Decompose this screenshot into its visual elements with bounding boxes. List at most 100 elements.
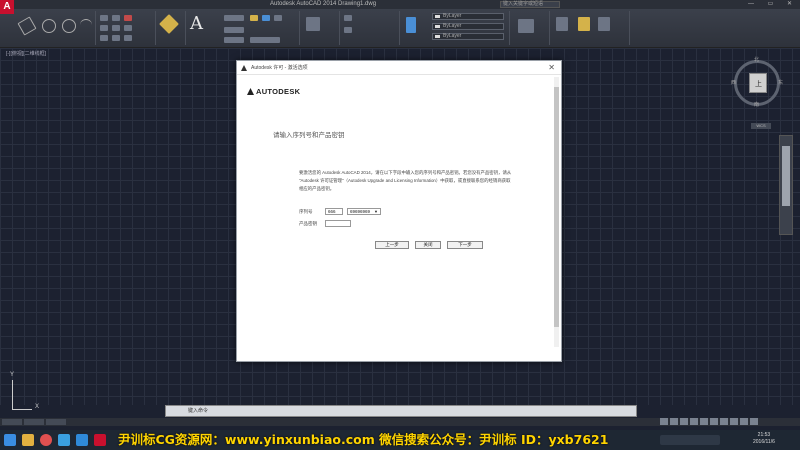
- arc-icon[interactable]: [80, 19, 92, 31]
- dialog-title-bar: Autodesk 许可 - 激活选项 ✕: [237, 61, 561, 75]
- autodesk-logo-icon: [241, 65, 247, 71]
- lineweight-toggle-icon[interactable]: [720, 418, 728, 425]
- line-icon[interactable]: [17, 16, 37, 36]
- osnap-toggle-icon[interactable]: [700, 418, 708, 425]
- ucs-x-label: X: [35, 404, 40, 410]
- autodesk-brand: AUTODESK: [247, 87, 300, 96]
- view-icon[interactable]: [598, 17, 610, 31]
- product-key-field[interactable]: [325, 220, 351, 227]
- linear-dimension-icon[interactable]: [224, 15, 244, 21]
- next-button[interactable]: 下一步: [447, 241, 483, 249]
- dialog-description: 要激活您的 Autodesk AutoCAD 2014，请在以下字段中输入您的序…: [299, 170, 512, 191]
- stretch-icon[interactable]: [100, 35, 108, 41]
- block-panel: [300, 11, 340, 45]
- title-bar: A Autodesk AutoCAD 2014 Drawing1.dwg 键入关…: [0, 0, 800, 14]
- window-title: Autodesk AutoCAD 2014 Drawing1.dwg: [270, 1, 377, 7]
- serial-number-value: 69696969: [350, 209, 371, 214]
- layer-properties-icon[interactable]: [406, 17, 416, 33]
- viewcube-south-label: 南: [754, 102, 760, 108]
- linetype-select[interactable]: ByLayer: [432, 23, 504, 30]
- trim-icon[interactable]: [124, 15, 132, 21]
- multiline-text-icon[interactable]: A: [190, 13, 203, 34]
- rotate-icon[interactable]: [112, 15, 120, 21]
- serial-prefix-field[interactable]: 666: [325, 208, 343, 215]
- dialog-title: Autodesk 许可 - 激活选项: [251, 65, 308, 71]
- copy-icon[interactable]: [100, 25, 108, 31]
- customize-icon[interactable]: [750, 418, 758, 425]
- scale-icon[interactable]: [112, 35, 120, 41]
- draw-panel: [16, 11, 96, 45]
- serial-number-label: 序列号: [299, 209, 313, 214]
- ucs-icon: Y X: [10, 372, 39, 410]
- snap-toggle-icon[interactable]: [670, 418, 678, 425]
- table-icon[interactable]: [224, 37, 244, 43]
- back-button[interactable]: 上一步: [375, 241, 409, 249]
- autodesk-triangle-icon: [247, 88, 254, 95]
- properties-panel: [340, 11, 400, 45]
- command-line-input[interactable]: 键入命令: [165, 405, 637, 417]
- workspace-icon[interactable]: [740, 418, 748, 425]
- system-clock[interactable]: 21:53 2016/11/6: [753, 432, 775, 446]
- clock-date: 2016/11/6: [753, 439, 775, 445]
- fillet-icon[interactable]: [124, 25, 132, 31]
- viewcube-face-label: 上: [755, 81, 762, 88]
- app-icon[interactable]: [76, 434, 88, 446]
- annotation-scale-icon[interactable]: [730, 418, 738, 425]
- product-key-label: 产品密钥: [299, 221, 317, 226]
- annotation-tools: [156, 11, 186, 45]
- measure-icon[interactable]: [556, 17, 568, 31]
- array-icon[interactable]: [124, 35, 132, 41]
- brand-text: AUTODESK: [256, 87, 301, 96]
- edge-icon[interactable]: [58, 434, 70, 446]
- dialog-scrollbar[interactable]: [554, 77, 559, 347]
- layer-off-icon[interactable]: [274, 15, 282, 21]
- tab-layout1[interactable]: [24, 419, 44, 425]
- mirror-icon[interactable]: [112, 25, 120, 31]
- viewcube-top-face[interactable]: 上: [749, 73, 767, 93]
- window-controls[interactable]: — ▭ ✕: [748, 0, 798, 9]
- group-manager-icon[interactable]: [518, 19, 534, 33]
- otrack-toggle-icon[interactable]: [710, 418, 718, 425]
- group-icon[interactable]: [344, 27, 352, 33]
- ortho-toggle-icon[interactable]: [680, 418, 688, 425]
- navigation-bar[interactable]: [779, 135, 793, 235]
- viewcube-east-label: 东: [778, 80, 784, 86]
- serial-number-field[interactable]: 69696969 ▼: [347, 208, 381, 215]
- dialog-scrollbar-thumb[interactable]: [554, 87, 559, 327]
- system-tray[interactable]: [660, 435, 720, 445]
- dialog-heading: 请输入序列号和产品密钥: [273, 132, 345, 139]
- wcs-menu[interactable]: WCS: [751, 123, 771, 129]
- autocad-app-icon[interactable]: A: [0, 0, 14, 14]
- utilities-panel: [550, 11, 630, 45]
- paste-icon[interactable]: [578, 17, 590, 31]
- insert-block-icon[interactable]: [306, 17, 320, 31]
- navigation-bar-thumb[interactable]: [782, 146, 790, 206]
- polyline-icon[interactable]: [42, 19, 56, 33]
- start-menu-icon[interactable]: [4, 434, 16, 446]
- layer-lock-icon[interactable]: [262, 15, 270, 21]
- match-properties-icon[interactable]: [344, 15, 352, 21]
- viewport-controls-label[interactable]: [-][俯视][二维线框]: [6, 50, 46, 57]
- layer-properties-panel: ByLayer ByLayer ByLayer: [400, 11, 510, 45]
- lineweight-select[interactable]: ByLayer: [432, 33, 504, 40]
- circle-icon[interactable]: [62, 19, 76, 33]
- grid-toggle-icon[interactable]: [660, 418, 668, 425]
- chrome-icon[interactable]: [40, 434, 52, 446]
- viewcube[interactable]: 上 北 南 西 东 WCS: [731, 57, 784, 129]
- autocad-taskbar-icon[interactable]: [94, 434, 106, 446]
- tab-layout2[interactable]: [46, 419, 66, 425]
- close-icon[interactable]: ✕: [548, 61, 555, 75]
- layer-dropdown[interactable]: [250, 37, 280, 43]
- move-icon[interactable]: [100, 15, 108, 21]
- help-search-input[interactable]: 键入关键字或短语: [500, 1, 560, 8]
- file-explorer-icon[interactable]: [22, 434, 34, 446]
- polar-toggle-icon[interactable]: [690, 418, 698, 425]
- tab-model[interactable]: [2, 419, 22, 425]
- layer-freeze-icon[interactable]: [250, 15, 258, 21]
- pencil-icon[interactable]: [159, 14, 179, 34]
- modify-panel: [96, 11, 156, 45]
- color-select[interactable]: ByLayer: [432, 13, 504, 20]
- leader-icon[interactable]: [224, 27, 244, 33]
- ribbon: A ByLayer ByLayer ByLayer: [0, 9, 800, 48]
- close-button[interactable]: 关闭: [415, 241, 441, 249]
